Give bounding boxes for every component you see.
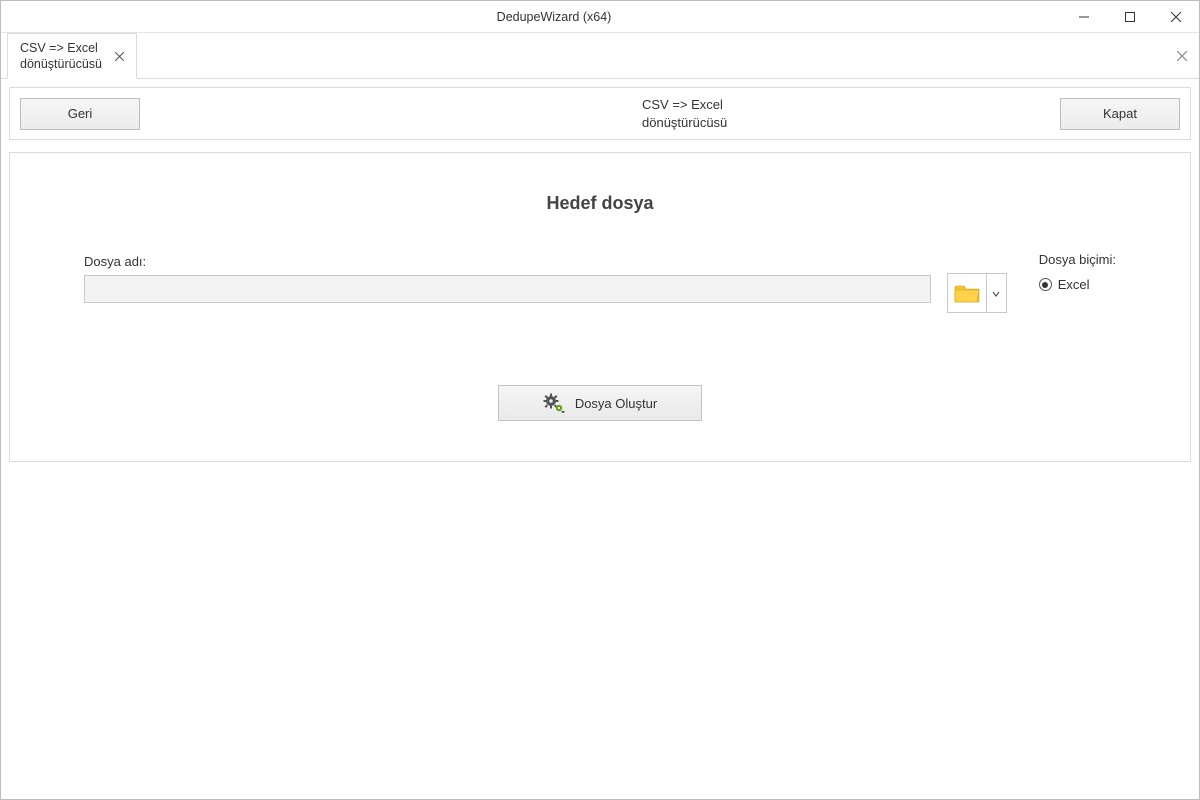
create-file-label: Dosya Oluştur <box>575 396 657 411</box>
browse-folder-button[interactable] <box>947 273 987 313</box>
window-title: DedupeWizard (x64) <box>47 10 1061 24</box>
app-window: DedupeWizard (x64) CSV => Excel dönüştür… <box>0 0 1200 800</box>
close-icon <box>1177 51 1187 61</box>
close-panel-button[interactable]: Kapat <box>1060 98 1180 130</box>
minimize-button[interactable] <box>1061 1 1107 32</box>
file-format-group: Dosya biçimi: Excel <box>1039 252 1116 292</box>
target-file-panel: Hedef dosya Dosya adı: <box>9 152 1191 462</box>
close-icon <box>1171 12 1181 22</box>
maximize-icon <box>1125 12 1135 22</box>
browse-dropdown-button[interactable] <box>987 273 1007 313</box>
create-file-button[interactable]: Dosya Oluştur <box>498 385 702 421</box>
tab-csv-excel[interactable]: CSV => Excel dönüştürücüsü <box>7 33 137 79</box>
browse-button-group <box>947 273 1007 313</box>
folder-icon <box>954 282 980 304</box>
action-bar: Geri CSV => Excel dönüştürücüsü Kapat <box>9 87 1191 140</box>
chevron-down-icon <box>992 286 1000 301</box>
tabrow-close-all-button[interactable] <box>1175 49 1189 63</box>
create-row: Dosya Oluştur <box>32 385 1168 421</box>
filename-label: Dosya adı: <box>84 254 931 269</box>
file-format-label: Dosya biçimi: <box>1039 252 1116 267</box>
form-row: Dosya adı: <box>32 254 1168 313</box>
window-controls <box>1061 1 1199 32</box>
titlebar: DedupeWizard (x64) <box>1 1 1199 33</box>
action-bar-title: CSV => Excel dönüştürücüsü <box>152 96 1048 131</box>
content-area: Geri CSV => Excel dönüştürücüsü Kapat He… <box>1 79 1199 799</box>
gears-icon <box>543 393 565 413</box>
back-button[interactable]: Geri <box>20 98 140 130</box>
maximize-button[interactable] <box>1107 1 1153 32</box>
tab-row: CSV => Excel dönüştürücüsü <box>1 33 1199 79</box>
filename-input[interactable] <box>84 275 931 303</box>
tab-label: CSV => Excel dönüştürücüsü <box>20 40 102 73</box>
minimize-icon <box>1079 12 1089 22</box>
close-icon <box>115 52 124 61</box>
close-window-button[interactable] <box>1153 1 1199 32</box>
tab-close-button[interactable] <box>112 49 126 63</box>
format-option-excel[interactable]: Excel <box>1039 277 1116 292</box>
filename-field-group: Dosya adı: <box>84 254 931 303</box>
format-option-label: Excel <box>1058 277 1090 292</box>
radio-selected-icon <box>1039 278 1052 291</box>
panel-title: Hedef dosya <box>32 193 1168 214</box>
